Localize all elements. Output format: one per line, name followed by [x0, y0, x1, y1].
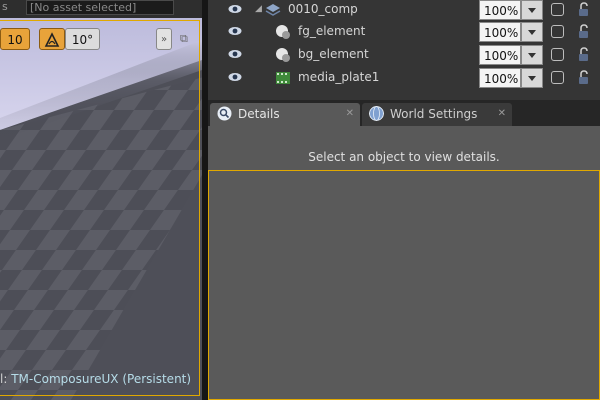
tab-details[interactable]: Details ✕ — [210, 103, 360, 126]
rotation-snap-value[interactable]: 10° — [65, 28, 100, 50]
enable-checkbox[interactable] — [551, 71, 564, 84]
row-label: fg_element — [298, 24, 366, 38]
element-sphere-icon — [276, 48, 290, 62]
viewport-toolbar-strip: s [No asset selected] — [0, 0, 202, 18]
details-magnifier-icon — [217, 106, 232, 121]
restore-viewport-icon[interactable]: ⧉ — [180, 32, 194, 46]
rotation-snap-toggle[interactable] — [39, 28, 65, 50]
opacity-dropdown-button[interactable] — [521, 45, 543, 65]
opacity-dropdown-button[interactable] — [521, 68, 543, 88]
opacity-field[interactable]: 100% — [479, 22, 521, 42]
enable-checkbox[interactable] — [551, 3, 564, 16]
lock-icon[interactable] — [575, 24, 591, 40]
lock-icon[interactable] — [575, 2, 591, 18]
enable-checkbox[interactable] — [551, 48, 564, 61]
enable-checkbox[interactable] — [551, 25, 564, 38]
tab-label: World Settings — [390, 107, 478, 121]
visibility-eye-icon[interactable] — [228, 49, 242, 59]
row-label: media_plate1 — [298, 70, 380, 84]
details-content-area[interactable] — [208, 170, 600, 400]
visibility-eye-icon[interactable] — [228, 72, 242, 82]
toolbar-crumb: s — [2, 0, 8, 13]
level-name: TM-ComposureUX (Persistent) — [11, 372, 192, 386]
expand-chevron-icon[interactable]: ◢ — [255, 4, 262, 14]
globe-icon — [369, 106, 384, 121]
grid-snap-button[interactable]: 10 — [0, 28, 30, 50]
rotation-snap-icon — [44, 32, 60, 47]
outliner-row[interactable]: ◢ 0010_comp 100% — [208, 0, 600, 22]
row-label: bg_element — [298, 47, 369, 61]
tab-label: Details — [238, 107, 280, 121]
opacity-dropdown-button[interactable] — [521, 0, 543, 20]
checkerboard-floor — [0, 40, 202, 400]
level-viewport[interactable]: s [No asset selected] 10 10° » ⧉ l: TM-C… — [0, 0, 202, 400]
composure-outliner: ◢ 0010_comp 100% fg_element 100% bg_elem… — [208, 0, 600, 100]
visibility-eye-icon[interactable] — [228, 4, 242, 14]
details-panel-area: Details ✕ World Settings ✕ Select an obj… — [208, 100, 600, 400]
visibility-eye-icon[interactable] — [228, 26, 242, 36]
opacity-field[interactable]: 100% — [479, 0, 521, 20]
panel-tab-bar: Details ✕ World Settings ✕ — [208, 100, 600, 126]
tab-world-settings[interactable]: World Settings ✕ — [362, 103, 512, 126]
empty-selection-message: Select an object to view details. — [308, 150, 500, 164]
close-tab-icon[interactable]: ✕ — [346, 103, 354, 125]
media-plate-icon — [276, 72, 290, 84]
row-label: 0010_comp — [288, 2, 358, 16]
outliner-row[interactable]: media_plate1 100% — [208, 68, 600, 90]
opacity-dropdown-button[interactable] — [521, 22, 543, 42]
asset-selector[interactable]: [No asset selected] — [26, 0, 174, 15]
current-level-label: l: TM-ComposureUX (Persistent) — [0, 372, 191, 386]
opacity-field[interactable]: 100% — [479, 45, 521, 65]
outliner-row[interactable]: bg_element 100% — [208, 45, 600, 67]
element-sphere-icon — [276, 25, 290, 39]
lock-icon[interactable] — [575, 70, 591, 86]
level-prefix: l: — [0, 372, 8, 386]
outliner-row[interactable]: fg_element 100% — [208, 22, 600, 44]
close-tab-icon[interactable]: ✕ — [498, 103, 506, 125]
opacity-field[interactable]: 100% — [479, 68, 521, 88]
details-body: Select an object to view details. — [208, 126, 600, 400]
composite-layers-icon — [265, 4, 281, 16]
grid-snap-value: 10 — [7, 33, 23, 47]
maximize-viewport-button[interactable]: » — [156, 28, 172, 50]
lock-icon[interactable] — [575, 47, 591, 63]
